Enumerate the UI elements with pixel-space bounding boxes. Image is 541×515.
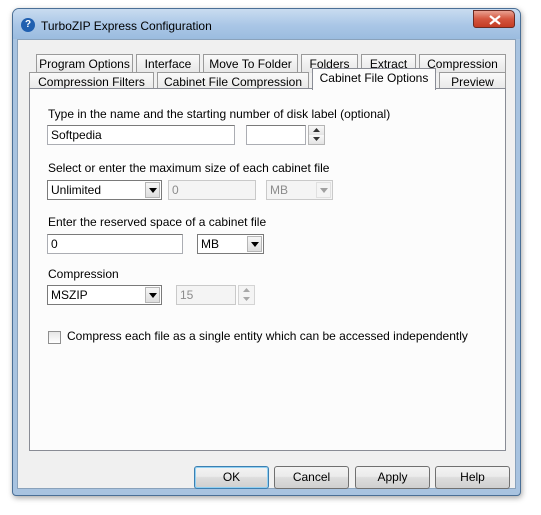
- reserved-unit-select[interactable]: MB: [197, 234, 264, 254]
- window-title: TurboZIP Express Configuration: [41, 19, 212, 33]
- dropdown-arrow-button[interactable]: [316, 182, 331, 198]
- reserved-unit-value: MB: [201, 237, 219, 251]
- arrow-up-icon: [243, 288, 250, 292]
- dialog-client-area: Program Options Interface Move To Folder…: [17, 39, 516, 489]
- chevron-down-icon: [149, 293, 157, 298]
- cancel-button[interactable]: Cancel: [274, 466, 349, 489]
- arrow-up-icon: [313, 128, 320, 132]
- ok-button[interactable]: OK: [194, 466, 269, 489]
- tab-program-options[interactable]: Program Options: [36, 54, 133, 73]
- apply-button[interactable]: Apply: [355, 466, 430, 489]
- max-size-select[interactable]: Unlimited: [47, 180, 162, 200]
- compression-label: Compression: [48, 267, 119, 281]
- dropdown-arrow-button[interactable]: [247, 236, 262, 252]
- single-entity-checkbox[interactable]: [48, 331, 61, 344]
- reserved-space-label: Enter the reserved space of a cabinet fi…: [48, 215, 267, 229]
- max-size-unit-select[interactable]: MB: [266, 180, 333, 200]
- max-size-selected-value: Unlimited: [51, 183, 102, 197]
- close-button[interactable]: [473, 10, 515, 28]
- close-icon: [489, 15, 501, 25]
- spin-up-button[interactable]: [239, 286, 254, 295]
- title-bar[interactable]: ? TurboZIP Express Configuration: [13, 9, 520, 39]
- tab-interface[interactable]: Interface: [136, 54, 200, 73]
- spin-down-button[interactable]: [239, 295, 254, 304]
- chevron-down-icon: [251, 242, 259, 247]
- max-size-value-input[interactable]: 0: [168, 180, 256, 200]
- max-size-unit-value: MB: [270, 183, 288, 197]
- dropdown-arrow-button[interactable]: [145, 182, 160, 198]
- spin-down-button[interactable]: [309, 135, 324, 144]
- max-size-label: Select or enter the maximum size of each…: [48, 161, 330, 175]
- help-button[interactable]: Help: [435, 466, 510, 489]
- disk-label-number-input[interactable]: [246, 125, 306, 145]
- reserved-space-input[interactable]: 0: [47, 234, 183, 254]
- config-window: ? TurboZIP Express Configuration Program…: [12, 8, 521, 496]
- compression-level-input[interactable]: 15: [176, 285, 236, 305]
- chevron-down-icon: [320, 188, 328, 193]
- disk-label-label: Type in the name and the starting number…: [48, 107, 391, 121]
- compression-type-value: MSZIP: [51, 288, 88, 302]
- chevron-down-icon: [149, 188, 157, 193]
- spin-up-button[interactable]: [309, 126, 324, 135]
- help-app-icon: ?: [21, 18, 35, 32]
- arrow-down-icon: [313, 137, 320, 141]
- tab-cabinet-file-options[interactable]: Cabinet File Options: [312, 68, 436, 90]
- tab-move-to-folder[interactable]: Move To Folder: [203, 54, 298, 73]
- compression-level-spinner[interactable]: [238, 285, 255, 305]
- disk-number-spinner[interactable]: [308, 125, 325, 145]
- single-entity-label[interactable]: Compress each file as a single entity wh…: [67, 329, 468, 343]
- dropdown-arrow-button[interactable]: [145, 287, 160, 303]
- compression-type-select[interactable]: MSZIP: [47, 285, 162, 305]
- cabinet-file-options-panel: Type in the name and the starting number…: [29, 88, 506, 451]
- disk-label-name-input[interactable]: Softpedia: [47, 125, 235, 145]
- arrow-down-icon: [243, 297, 250, 301]
